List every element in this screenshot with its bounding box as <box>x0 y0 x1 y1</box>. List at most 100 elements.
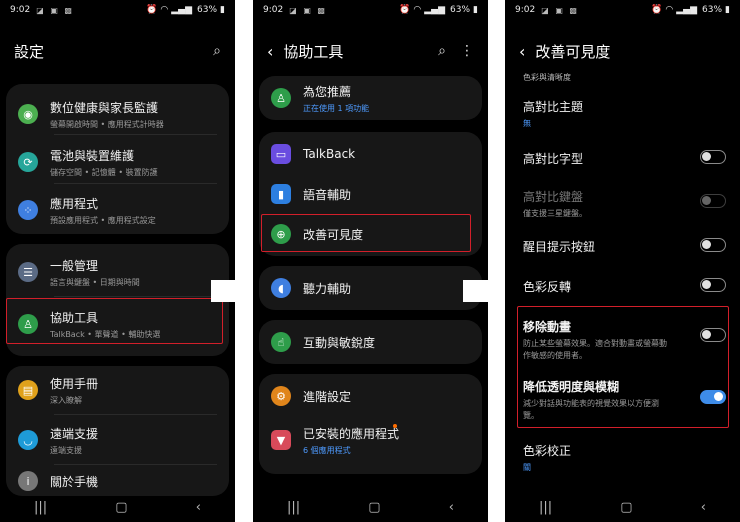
item-sub: 深入瞭解 <box>50 395 82 405</box>
item-sub: 預設應用程式 • 應用程式設定 <box>50 215 156 225</box>
back-button[interactable]: ‹ <box>196 500 201 515</box>
section-label: 色彩與清晰度 <box>523 73 571 82</box>
item-high-contrast-keyboard[interactable]: 高對比鍵盤僅支援三星鍵盤。 <box>523 188 726 219</box>
status-bar: 9:02 ◪ ▣ ▩ ⏰ ◠ ▂▄▆ 63% ▮ <box>0 0 235 20</box>
status-time: 9:02 <box>263 5 284 15</box>
item-voice-assist[interactable]: ▮ 語音輔助 <box>259 176 482 212</box>
highlight-buttons-toggle[interactable] <box>700 238 726 252</box>
search-icon[interactable]: ⌕ <box>213 43 221 59</box>
item-installed-apps[interactable]: ▼ 已安裝的應用程式 6 個應用程式 <box>259 420 482 460</box>
back-button[interactable]: ‹ <box>449 500 454 515</box>
signal-icon: ▂▄▆ <box>424 5 446 15</box>
item-sub: 語言與鍵盤 • 日期與時間 <box>50 277 140 287</box>
home-button[interactable]: ▢ <box>368 500 380 515</box>
accessibility-icon: ♙ <box>271 88 291 108</box>
recents-button[interactable]: ||| <box>34 500 47 515</box>
settings-item-battery[interactable]: ⟳ 電池與裝置維護 儲存空間 • 記憶體 • 裝置防護 <box>6 142 229 182</box>
item-sub-continued: 作敏感的使用者。 <box>523 351 587 360</box>
item-color-correction[interactable]: 色彩校正關 <box>523 442 726 473</box>
new-badge-dot <box>393 424 397 428</box>
item-sub: 螢幕開啟時間 • 應用程式計時器 <box>50 119 164 129</box>
item-label: 高對比字型 <box>523 152 584 166</box>
reduce-transparency-toggle[interactable] <box>700 390 726 404</box>
page-title: 設定 <box>14 42 45 61</box>
item-highlight-buttons[interactable]: 醒目提示按鈕 <box>523 238 726 255</box>
notification-icons: ◪ ▣ ▩ <box>541 5 579 15</box>
signal-icon: ▂▄▆ <box>171 5 193 15</box>
divider <box>54 134 217 135</box>
item-label: 互動與敏銳度 <box>303 335 376 350</box>
item-label: 應用程式 <box>50 196 99 211</box>
divider <box>54 464 217 465</box>
status-right: ⏰ ◠ ▂▄▆ 63% ▮ <box>399 5 478 15</box>
divider <box>54 414 217 415</box>
settings-item-about-phone[interactable]: i 關於手機 <box>6 470 229 492</box>
item-recommended[interactable]: ♙ 為您推薦 正在使用 1 項功能 <box>259 80 482 116</box>
status-time: 9:02 <box>515 5 536 15</box>
item-label: 高對比鍵盤 <box>523 190 584 204</box>
item-high-contrast-theme[interactable]: 高對比主題無 <box>523 98 726 129</box>
item-sub: 關 <box>523 463 531 472</box>
wifi-icon: ◠ <box>413 5 422 15</box>
apps-icon: ⁘ <box>18 200 38 220</box>
item-sub: 僅支援三星鍵盤。 <box>523 209 587 218</box>
alarm-icon: ⏰ <box>146 5 158 15</box>
item-reduce-transparency[interactable]: 降低透明度與模糊 減少對話與功能表的視覺效果以方便瀏 覽。 <box>523 378 700 421</box>
remove-animations-toggle[interactable] <box>700 328 726 342</box>
battery-icon: ▮ <box>220 5 225 15</box>
hearing-icon: ◖ <box>271 278 291 298</box>
recents-button[interactable]: ||| <box>287 500 300 515</box>
recents-button[interactable]: ||| <box>539 500 552 515</box>
item-sub: 無 <box>523 119 531 128</box>
item-label: 降低透明度與模糊 <box>523 380 620 394</box>
item-sub: 減少對話與功能表的視覺效果以方便瀏 <box>523 399 659 408</box>
item-advanced-settings[interactable]: ⚙ 進階設定 <box>259 378 482 414</box>
item-remove-animations[interactable]: 移除動畫 防止某些螢幕效果。適合對動畫或螢幕動 作敏感的使用者。 <box>523 318 700 361</box>
back-arrow-icon[interactable]: ‹ <box>267 42 273 61</box>
phone-screen-settings: 9:02 ◪ ▣ ▩ ⏰ ◠ ▂▄▆ 63% ▮ 設定 ⌕ ◉ 數位健康與家長監… <box>0 0 235 522</box>
battery-icon: ▮ <box>725 5 730 15</box>
battery-icon: ▮ <box>473 5 478 15</box>
item-label: TalkBack <box>303 147 356 161</box>
hearing-card: ◖ 聽力輔助 <box>259 266 482 310</box>
item-interaction-dexterity[interactable]: ☝ 互動與敏銳度 <box>259 324 482 360</box>
item-label: 移除動畫 <box>523 320 572 334</box>
settings-item-digital-wellbeing[interactable]: ◉ 數位健康與家長監護螢幕開啟時間 • 應用程式計時器 <box>6 94 229 134</box>
settings-item-remote-support[interactable]: ◡ 遠端支援 遠端支援 <box>6 420 229 460</box>
back-arrow-icon[interactable]: ‹ <box>519 42 525 61</box>
search-icon[interactable]: ⌕ <box>438 43 446 59</box>
item-sub: 6 個應用程式 <box>303 445 351 455</box>
settings-card-1: ◉ 數位健康與家長監護螢幕開啟時間 • 應用程式計時器 ⟳ 電池與裝置維護 儲存空… <box>6 84 229 234</box>
digital-wellbeing-icon: ◉ <box>18 104 38 124</box>
alarm-icon: ⏰ <box>651 5 663 15</box>
settings-item-general-management[interactable]: ☰ 一般管理 語言與鍵盤 • 日期與時間 <box>6 252 229 292</box>
item-label: 數位健康與家長監護 <box>50 100 159 115</box>
status-time: 9:02 <box>10 5 31 15</box>
item-talkback[interactable]: ▭ TalkBack <box>259 136 482 172</box>
item-hearing[interactable]: ◖ 聽力輔助 <box>259 270 482 306</box>
high-contrast-fonts-toggle[interactable] <box>700 150 726 164</box>
home-button[interactable]: ▢ <box>620 500 632 515</box>
item-high-contrast-fonts[interactable]: 高對比字型 <box>523 150 726 167</box>
headset-icon: ◡ <box>18 430 38 450</box>
highlight-box-visibility <box>261 214 471 252</box>
item-label: 電池與裝置維護 <box>50 148 135 163</box>
home-button[interactable]: ▢ <box>115 500 127 515</box>
page-title: 改善可見度 <box>535 42 611 61</box>
high-contrast-keyboard-toggle[interactable] <box>700 194 726 208</box>
signal-icon: ▂▄▆ <box>676 5 698 15</box>
back-button[interactable]: ‹ <box>701 500 706 515</box>
item-label: 進階設定 <box>303 389 352 404</box>
item-color-inversion[interactable]: 色彩反轉 <box>523 278 726 295</box>
wifi-icon: ◠ <box>665 5 674 15</box>
more-options-icon[interactable]: ⋮ <box>460 43 474 59</box>
notification-icons: ◪ ▣ ▩ <box>36 5 74 15</box>
nav-bar: ||| ▢ ‹ <box>505 492 740 522</box>
color-inversion-toggle[interactable] <box>700 278 726 292</box>
nav-bar: ||| ▢ ‹ <box>0 492 235 522</box>
settings-item-apps[interactable]: ⁘ 應用程式預設應用程式 • 應用程式設定 <box>6 190 229 230</box>
talkback-icon: ▭ <box>271 144 291 164</box>
divider <box>54 183 217 184</box>
settings-item-user-manual[interactable]: ▤ 使用手冊 深入瞭解 <box>6 370 229 410</box>
divider <box>54 296 217 297</box>
